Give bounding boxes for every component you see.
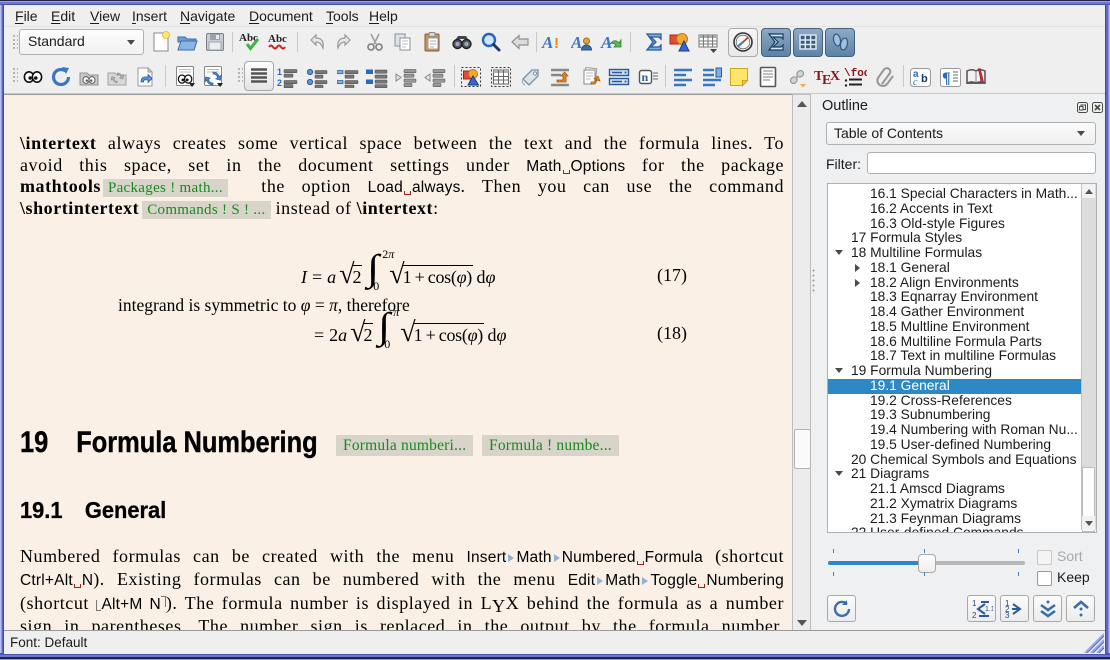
svg-text:n: n	[642, 70, 649, 84]
svg-text:c: c	[913, 77, 918, 88]
svg-text:X: X	[830, 69, 840, 84]
svg-text:1: 1	[277, 67, 282, 77]
svg-text:A: A	[600, 33, 612, 52]
svg-text:2: 2	[972, 611, 977, 620]
svg-text:\foo: \foo	[844, 68, 867, 80]
svg-text:¶: ¶	[942, 70, 951, 87]
svg-text:Abc: Abc	[268, 33, 287, 45]
svg-text:1.1: 1.1	[985, 606, 993, 613]
svg-text:A: A	[571, 33, 582, 52]
svg-text:b: b	[921, 73, 928, 85]
svg-text:1: 1	[972, 599, 977, 608]
svg-text:2: 2	[277, 78, 282, 88]
svg-text:3: 3	[1005, 611, 1010, 620]
svg-text:A: A	[541, 33, 553, 52]
svg-text:!: !	[554, 35, 559, 52]
